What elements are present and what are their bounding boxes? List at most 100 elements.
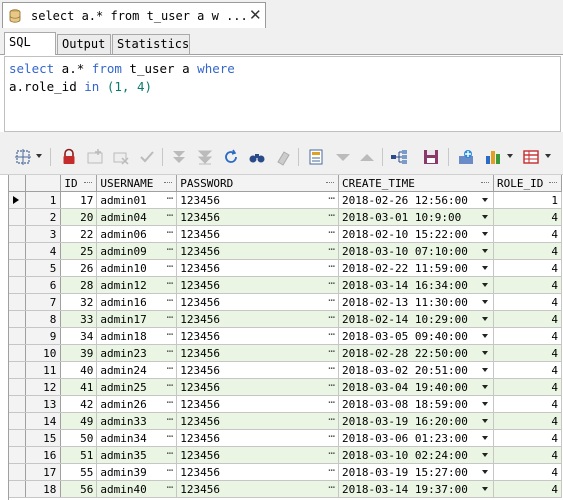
- column-header-username[interactable]: USERNAME: [96, 175, 178, 192]
- ellipsis-button[interactable]: …: [328, 362, 335, 373]
- query-by-example-icon[interactable]: [308, 148, 326, 166]
- cell-username[interactable]: admin04…: [96, 208, 178, 226]
- cell-username[interactable]: admin25…: [96, 378, 178, 396]
- first-icon[interactable]: [170, 148, 188, 166]
- ellipsis-button[interactable]: …: [167, 294, 174, 305]
- table-row[interactable]: 12 41 admin25 … 123456 … 2018-03-04 19:40:00 4: [9, 378, 562, 396]
- cell-password[interactable]: 123456…: [176, 463, 340, 481]
- cell-create-time[interactable]: 2018-02-26 12:56:00: [338, 191, 494, 209]
- ellipsis-button[interactable]: …: [167, 345, 174, 356]
- cell-id[interactable]: 20: [60, 208, 98, 226]
- tab-sql[interactable]: SQL: [4, 32, 56, 55]
- ellipsis-button[interactable]: …: [328, 345, 335, 356]
- table-row[interactable]: 3 22 admin06 … 123456 … 2018-02-10 15:22:00 4: [9, 225, 562, 243]
- row-indicator[interactable]: [9, 259, 27, 277]
- cell-id[interactable]: 56: [60, 480, 98, 498]
- ellipsis-button[interactable]: …: [167, 277, 174, 288]
- row-indicator[interactable]: [9, 293, 27, 311]
- ellipsis-button[interactable]: …: [328, 396, 335, 407]
- sql-editor[interactable]: select a.* from t_user a where a.role_id…: [4, 56, 561, 132]
- cell-password[interactable]: 123456…: [176, 310, 340, 328]
- table-row[interactable]: 2 20 admin04 … 123456 … 2018-03-01 10:9:00 4: [9, 208, 562, 226]
- cell-role-id[interactable]: 4: [493, 242, 562, 260]
- ellipsis-button[interactable]: …: [167, 447, 174, 458]
- row-indicator[interactable]: [9, 412, 27, 430]
- chevron-down-icon[interactable]: [36, 154, 42, 158]
- ellipsis-button[interactable]: …: [167, 311, 174, 322]
- ellipsis-button[interactable]: …: [167, 379, 174, 390]
- ellipsis-button[interactable]: …: [328, 294, 335, 305]
- cell-password[interactable]: 123456…: [176, 412, 340, 430]
- table-row[interactable]: 1 17 admin01 … 123456 … 2018-02-26 12:56:00 1: [9, 191, 562, 209]
- cell-create-time[interactable]: 2018-03-05 09:40:00: [338, 327, 494, 345]
- cell-role-id[interactable]: 4: [493, 344, 562, 362]
- delete-record-icon[interactable]: [112, 148, 130, 166]
- cell-create-time[interactable]: 2018-03-02 20:51:00: [338, 361, 494, 379]
- chevron-down-icon[interactable]: [481, 487, 488, 491]
- table-row[interactable]: 10 39 admin23 … 123456 … 2018-02-28 22:50:00 4: [9, 344, 562, 362]
- cell-id[interactable]: 41: [60, 378, 98, 396]
- cell-password[interactable]: 123456…: [176, 480, 340, 498]
- cell-password[interactable]: 123456…: [176, 429, 340, 447]
- ellipsis-button[interactable]: …: [167, 243, 174, 254]
- tab-output[interactable]: Output: [57, 34, 111, 54]
- chevron-down-icon[interactable]: [507, 154, 513, 158]
- cell-password[interactable]: 123456…: [176, 378, 340, 396]
- cell-role-id[interactable]: 4: [493, 276, 562, 294]
- cell-role-id[interactable]: 4: [493, 259, 562, 277]
- column-header-id[interactable]: ID: [60, 175, 98, 192]
- cell-role-id[interactable]: 4: [493, 480, 562, 498]
- row-indicator[interactable]: [9, 225, 27, 243]
- cell-id[interactable]: 25: [60, 242, 98, 260]
- ellipsis-button[interactable]: …: [328, 311, 335, 322]
- cell-password[interactable]: 123456…: [176, 242, 340, 260]
- cell-role-id[interactable]: 4: [493, 429, 562, 447]
- results-grid[interactable]: ID USERNAME PASSWORD CREATE_TIME ROLE_ID…: [8, 175, 562, 500]
- cell-create-time[interactable]: 2018-02-28 22:50:00: [338, 344, 494, 362]
- cell-password[interactable]: 123456…: [176, 191, 340, 209]
- cell-create-time[interactable]: 2018-02-10 15:22:00: [338, 225, 494, 243]
- cell-username[interactable]: admin18…: [96, 327, 178, 345]
- document-tab[interactable]: select a.* from t_user a w ... ✕: [2, 2, 266, 28]
- cell-create-time[interactable]: 2018-03-10 02:24:00: [338, 446, 494, 464]
- chevron-down-icon[interactable]: [481, 385, 488, 389]
- chevron-down-icon[interactable]: [545, 154, 551, 158]
- chevron-down-icon[interactable]: [481, 453, 488, 457]
- row-indicator[interactable]: [9, 208, 27, 226]
- ellipsis-button[interactable]: …: [328, 209, 335, 220]
- cell-username[interactable]: admin23…: [96, 344, 178, 362]
- ellipsis-button[interactable]: …: [167, 413, 174, 424]
- cell-id[interactable]: 34: [60, 327, 98, 345]
- chevron-down-icon[interactable]: [481, 215, 488, 219]
- table-row[interactable]: 13 42 admin26 … 123456 … 2018-03-08 18:59:00 4: [9, 395, 562, 413]
- row-indicator[interactable]: [9, 446, 27, 464]
- column-header-role-id[interactable]: ROLE_ID: [493, 175, 562, 192]
- cell-role-id[interactable]: 4: [493, 446, 562, 464]
- row-indicator[interactable]: [9, 378, 27, 396]
- cell-password[interactable]: 123456…: [176, 276, 340, 294]
- ellipsis-button[interactable]: …: [328, 328, 335, 339]
- ellipsis-button[interactable]: …: [167, 192, 174, 203]
- row-indicator[interactable]: [9, 344, 27, 362]
- cell-role-id[interactable]: 4: [493, 208, 562, 226]
- chevron-down-icon[interactable]: [481, 351, 488, 355]
- cell-role-id[interactable]: 4: [493, 310, 562, 328]
- ellipsis-button[interactable]: …: [167, 396, 174, 407]
- cell-username[interactable]: admin17…: [96, 310, 178, 328]
- table-row[interactable]: 14 49 admin33 … 123456 … 2018-03-19 16:20:00 4: [9, 412, 562, 430]
- ellipsis-button[interactable]: …: [328, 277, 335, 288]
- table-row[interactable]: 11 40 admin24 … 123456 … 2018-03-02 20:51:00 4: [9, 361, 562, 379]
- cell-username[interactable]: admin10…: [96, 259, 178, 277]
- ellipsis-button[interactable]: …: [328, 379, 335, 390]
- table-row[interactable]: 17 55 admin39 … 123456 … 2018-03-19 15:27:00 4: [9, 463, 562, 481]
- cell-password[interactable]: 123456…: [176, 327, 340, 345]
- cell-role-id[interactable]: 4: [493, 225, 562, 243]
- ellipsis-button[interactable]: …: [167, 464, 174, 475]
- table-row[interactable]: 18 56 admin40 … 123456 … 2018-03-14 19:37:00 4: [9, 480, 562, 498]
- chevron-down-icon[interactable]: [481, 470, 488, 474]
- ellipsis-button[interactable]: …: [167, 430, 174, 441]
- cell-role-id[interactable]: 4: [493, 327, 562, 345]
- chevron-down-icon[interactable]: [481, 232, 488, 236]
- ellipsis-button[interactable]: …: [328, 192, 335, 203]
- column-header-create-time[interactable]: CREATE_TIME: [338, 175, 494, 192]
